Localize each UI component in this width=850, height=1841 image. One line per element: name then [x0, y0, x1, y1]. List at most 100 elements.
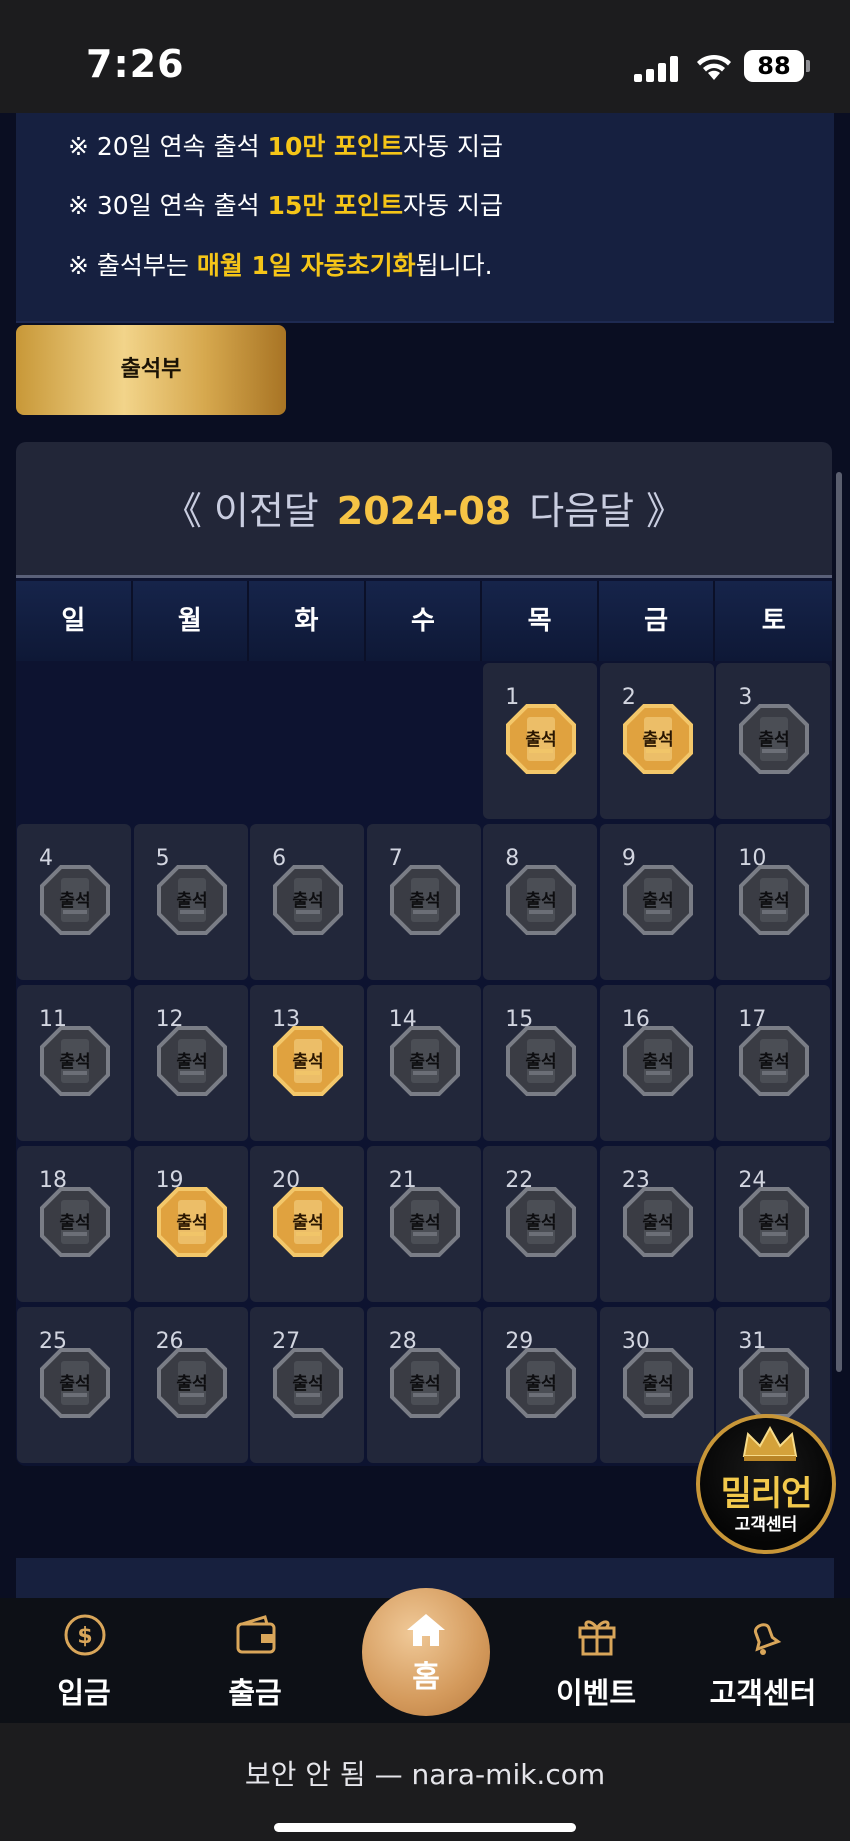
svg-text:출석: 출석 — [759, 891, 790, 911]
calendar-header: 《 이전달 2024-08 다음달 》 — [16, 442, 832, 578]
url-text: 보안 안 됨 — nara-mik.com — [244, 1758, 606, 1791]
calendar-day-cell[interactable]: 21 출석 — [366, 1146, 481, 1302]
not-attended-badge-icon: 출석 — [622, 1186, 694, 1258]
not-attended-badge-icon: 출석 — [39, 1347, 111, 1419]
prev-month-link[interactable]: 《 이전달 — [164, 489, 319, 533]
not-attended-badge-icon: 출석 — [389, 864, 461, 936]
svg-text:출석: 출석 — [176, 891, 207, 911]
notice-line: ※ 출석부는 매월 1일 자동초기화됩니다. — [68, 246, 493, 282]
calendar-day-cell[interactable]: 10 출석 — [716, 824, 831, 980]
svg-text:출석: 출석 — [409, 891, 440, 911]
attendance-tab-button[interactable]: 출석부 — [16, 325, 286, 415]
calendar-day-cell[interactable]: 12 출석 — [133, 985, 248, 1141]
calendar-day-cell[interactable]: 30 출석 — [599, 1307, 714, 1463]
svg-text:출석: 출석 — [526, 1213, 557, 1233]
weekday-tue: 화 — [249, 581, 366, 661]
calendar-day-cell[interactable]: 27 출석 — [250, 1307, 365, 1463]
weekday-sun: 일 — [16, 581, 133, 661]
svg-text:출석: 출석 — [759, 1374, 790, 1394]
calendar-day-cell[interactable]: 13 출석 — [250, 985, 365, 1141]
nav-home-button[interactable]: 홈 — [362, 1588, 490, 1716]
svg-text:출석: 출석 — [759, 1213, 790, 1233]
calendar-day-cell[interactable]: 7 출석 — [366, 824, 481, 980]
svg-text:출석: 출석 — [176, 1213, 207, 1233]
svg-text:출석: 출석 — [59, 1213, 90, 1233]
nav-customer-center[interactable]: 고객센터 — [683, 1598, 843, 1723]
calendar-day-cell[interactable]: 3 출석 — [716, 663, 831, 819]
nav-deposit[interactable]: $ 입금 — [4, 1598, 164, 1723]
calendar-day-cell[interactable]: 14 출석 — [366, 985, 481, 1141]
calendar-day-cell[interactable]: 15 출석 — [483, 985, 598, 1141]
calendar-day-cell[interactable]: 19 출석 — [133, 1146, 248, 1302]
svg-text:출석: 출석 — [642, 1213, 673, 1233]
svg-text:출석: 출석 — [759, 730, 790, 750]
svg-text:출석: 출석 — [409, 1374, 440, 1394]
weekday-header-row: 일 월 화 수 목 금 토 — [16, 581, 832, 661]
not-attended-badge-icon: 출석 — [505, 1025, 577, 1097]
nav-home-label: 홈 — [412, 1660, 440, 1695]
not-attended-badge-icon: 출석 — [39, 1025, 111, 1097]
calendar-day-cell[interactable]: 28 출석 — [366, 1307, 481, 1463]
calendar-day-cell[interactable]: 20 출석 — [250, 1146, 365, 1302]
notice-text: 자동 지급 — [403, 191, 503, 220]
not-attended-badge-icon: 출석 — [389, 1347, 461, 1419]
not-attended-badge-icon: 출석 — [156, 1025, 228, 1097]
svg-text:출석: 출석 — [409, 1213, 440, 1233]
nav-withdraw[interactable]: 출금 — [175, 1598, 335, 1723]
service-brand-text: 밀리언 — [720, 1474, 813, 1514]
wallet-icon — [236, 1615, 276, 1654]
not-attended-badge-icon: 출석 — [738, 1186, 810, 1258]
not-attended-badge-icon: 출석 — [738, 703, 810, 775]
calendar-day-cell[interactable]: 24 출석 — [716, 1146, 831, 1302]
calendar-day-cell[interactable]: 22 출석 — [483, 1146, 598, 1302]
dollar-coin-icon: $ — [64, 1614, 106, 1656]
calendar-day-cell[interactable]: 29 출석 — [483, 1307, 598, 1463]
scrollbar[interactable] — [836, 472, 842, 1372]
notice-text: ※ 20일 연속 출석 — [68, 132, 268, 161]
crown-icon — [742, 1426, 798, 1461]
notice-line: ※ 30일 연속 출석 15만 포인트자동 지급 — [68, 186, 503, 222]
calendar-day-cell[interactable]: 17 출석 — [716, 985, 831, 1141]
calendar-day-cell[interactable]: 4 출석 — [17, 824, 131, 980]
svg-text:출석: 출석 — [59, 1052, 90, 1072]
nav-event-label: 이벤트 — [555, 1676, 637, 1710]
svg-text:출석: 출석 — [526, 730, 557, 750]
calendar-day-cell[interactable]: 16 출석 — [599, 985, 714, 1141]
nav-event[interactable]: 이벤트 — [516, 1598, 676, 1723]
notice-line: ※ 20일 연속 출석 10만 포인트자동 지급 — [68, 127, 503, 163]
svg-text:출석: 출석 — [176, 1374, 207, 1394]
calendar-day-cell[interactable]: 11 출석 — [17, 985, 131, 1141]
floating-customer-service-button[interactable]: 밀리언 고객센터 — [696, 1414, 836, 1554]
notice-panel: ※ 20일 연속 출석 10만 포인트자동 지급 ※ 30일 연속 출석 15만… — [16, 113, 834, 323]
svg-text:출석: 출석 — [176, 1052, 207, 1072]
calendar-day-cell[interactable]: 25 출석 — [17, 1307, 131, 1463]
next-month-link[interactable]: 다음달 》 — [529, 489, 684, 533]
not-attended-badge-icon: 출석 — [738, 1347, 810, 1419]
month-navigation: 《 이전달 2024-08 다음달 》 — [16, 480, 832, 535]
attended-badge-icon: 출석 — [622, 703, 694, 775]
browser-url-bar[interactable]: 보안 안 됨 — nara-mik.com — [0, 1723, 850, 1841]
not-attended-badge-icon: 출석 — [389, 1025, 461, 1097]
notice-text: ※ 30일 연속 출석 — [68, 191, 268, 220]
svg-text:출석: 출석 — [526, 891, 557, 911]
current-month: 2024-08 — [336, 489, 512, 533]
not-attended-badge-icon: 출석 — [156, 1347, 228, 1419]
home-indicator[interactable] — [274, 1823, 576, 1832]
calendar-day-cell[interactable]: 5 출석 — [133, 824, 248, 980]
notice-text: ※ 출석부는 — [68, 251, 197, 280]
cellular-signal-icon — [634, 56, 680, 82]
calendar-day-cell[interactable]: 23 출석 — [599, 1146, 714, 1302]
calendar-day-cell[interactable]: 18 출석 — [17, 1146, 131, 1302]
not-attended-badge-icon: 출석 — [505, 1186, 577, 1258]
svg-text:출석: 출석 — [759, 1052, 790, 1072]
calendar-day-cell[interactable]: 9 출석 — [599, 824, 714, 980]
not-attended-badge-icon: 출석 — [622, 1347, 694, 1419]
notice-text: 됩니다. — [415, 251, 493, 280]
calendar-day-cell[interactable]: 8 출석 — [483, 824, 598, 980]
calendar-day-cell[interactable]: 26 출석 — [133, 1307, 248, 1463]
weekday-wed: 수 — [365, 581, 483, 661]
bell-icon — [753, 1623, 782, 1655]
calendar-day-cell[interactable]: 1 출석 — [483, 663, 598, 819]
calendar-day-cell[interactable]: 6 출석 — [250, 824, 365, 980]
calendar-day-cell[interactable]: 2 출석 — [599, 663, 714, 819]
